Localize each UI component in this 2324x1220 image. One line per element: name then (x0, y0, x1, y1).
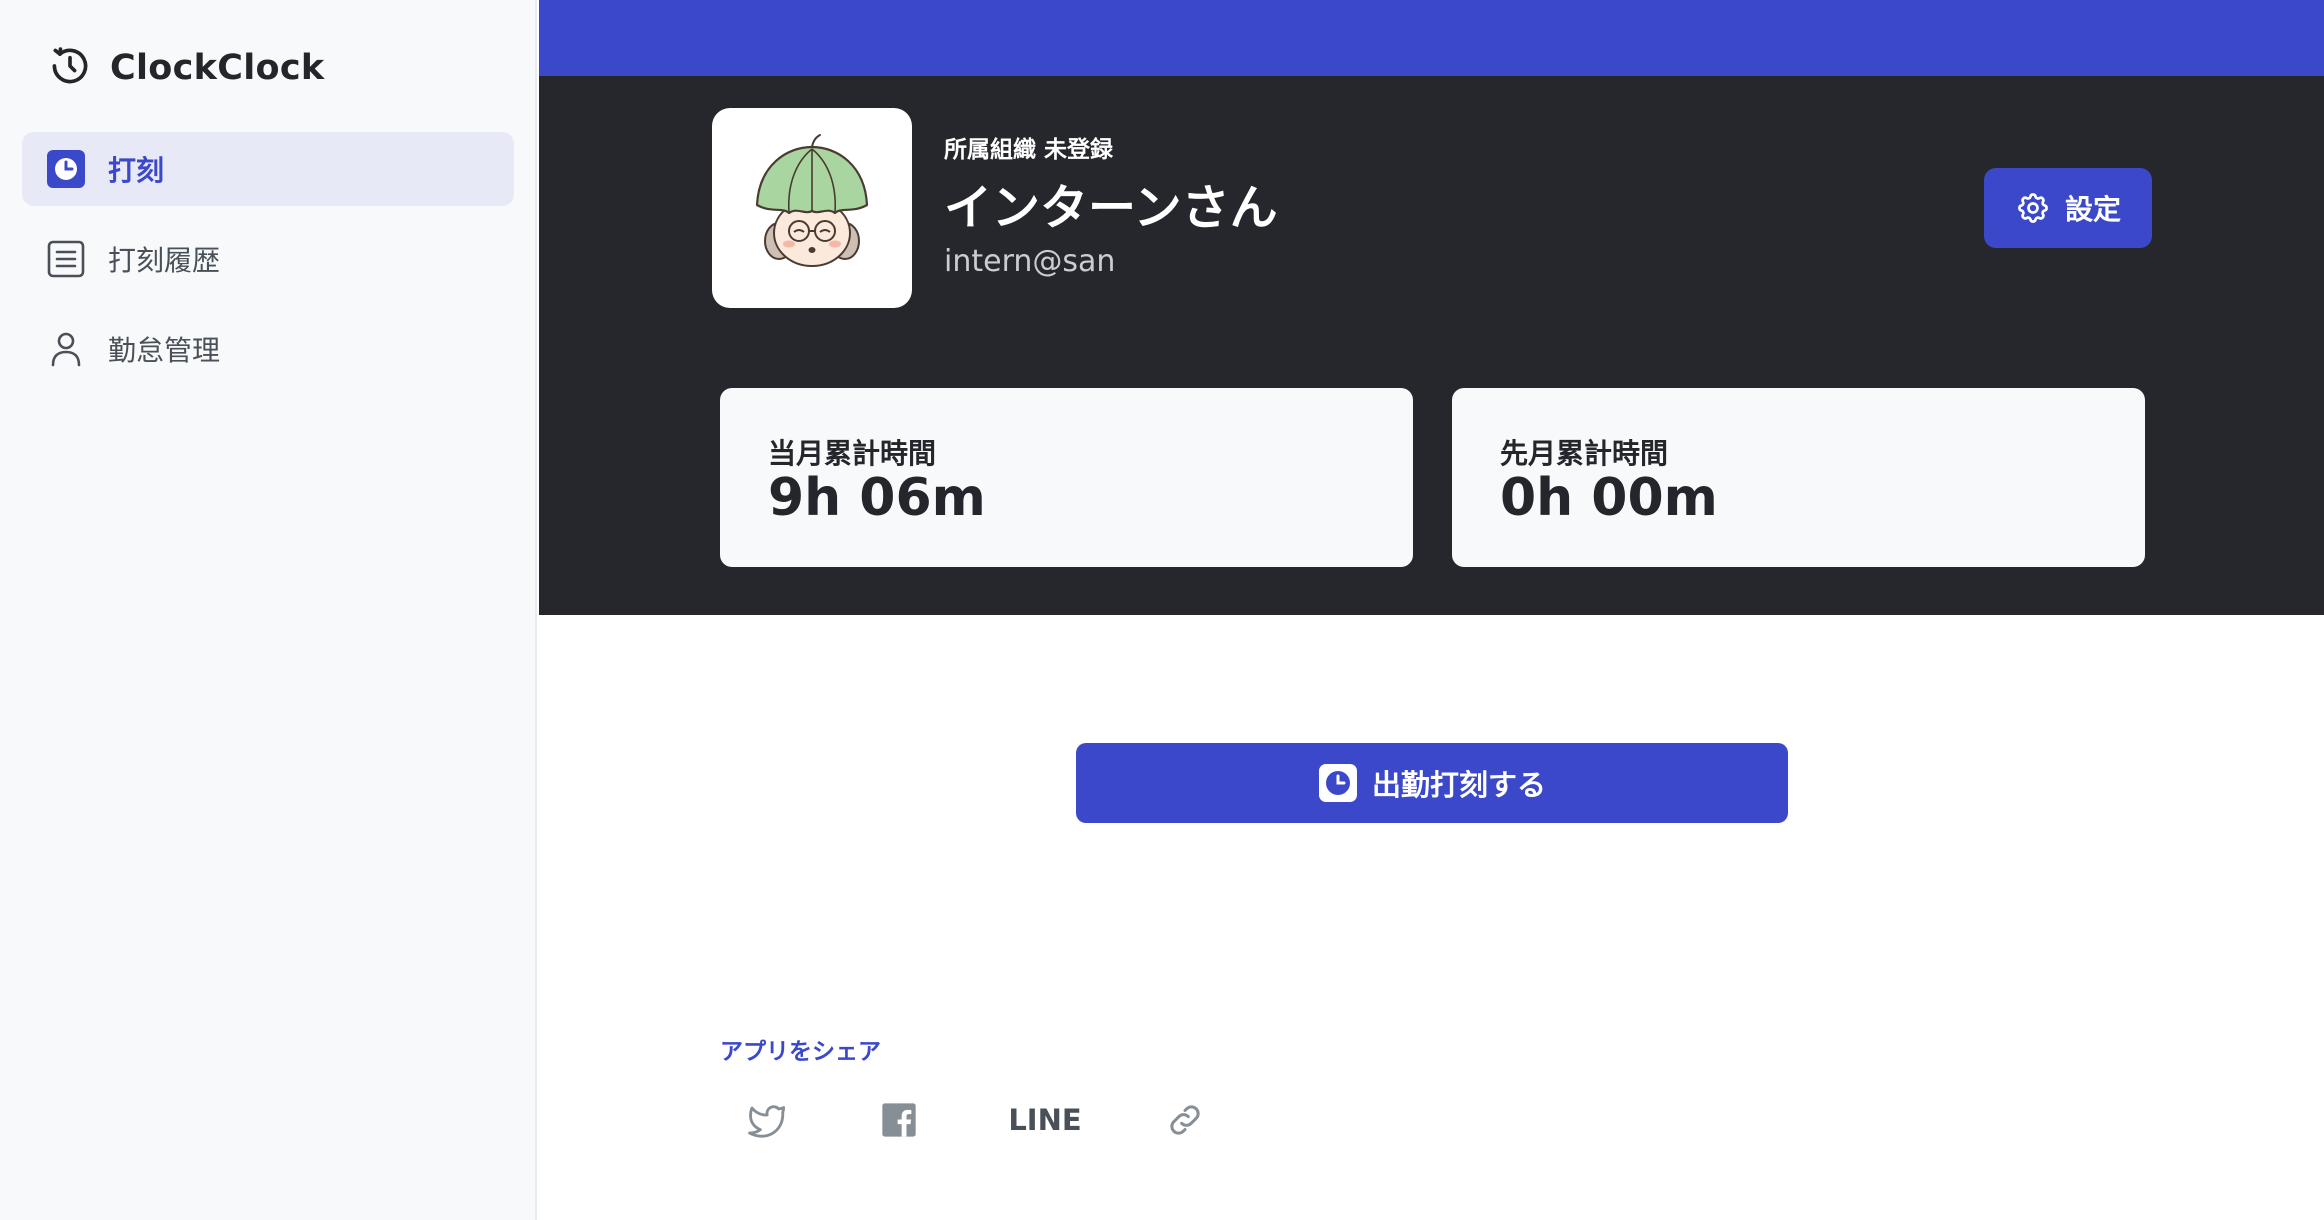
share-title: アプリをシェア (720, 1039, 881, 1065)
sidebar-item-punch[interactable]: 打刻 (22, 132, 514, 206)
stat-label: 当月累計時間 (768, 437, 937, 470)
settings-button[interactable]: 設定 (1984, 168, 2152, 248)
app-root: ClockClock 打刻 打刻履歴 勤怠管理 所属組織 未登録 インターンさん… (0, 0, 2324, 1220)
twitter-icon (748, 1105, 786, 1138)
org-label: 所属組織 未登録 (944, 137, 1114, 163)
share-line-button[interactable]: LINE (1000, 1092, 1090, 1148)
clock-square-icon (1318, 764, 1357, 802)
clock-in-button[interactable]: 出勤打刻する (1076, 743, 1788, 823)
app-name: ClockClock (110, 48, 325, 88)
user-icon (46, 329, 86, 369)
user-email: intern@san (944, 244, 1116, 279)
stat-card-current-month: 当月累計時間 9h 06m (720, 388, 1413, 567)
clock-in-label: 出勤打刻する (1371, 768, 1546, 802)
sidebar-nav: 打刻 打刻履歴 勤怠管理 (22, 132, 514, 402)
list-icon (46, 239, 86, 279)
sidebar-item-label: 勤怠管理 (108, 334, 221, 367)
sidebar-item-label: 打刻 (108, 154, 165, 187)
facebook-icon (882, 1103, 916, 1137)
stat-value: 9h 06m (768, 468, 986, 528)
profile-header: 所属組織 未登録 インターンさん intern@san 設定 当月累計時間 9h… (539, 76, 2324, 615)
share-twitter-button[interactable] (742, 1092, 792, 1148)
sidebar-item-attendance[interactable]: 勤怠管理 (22, 312, 514, 386)
link-icon (1170, 1105, 1200, 1135)
share-link-button[interactable] (1160, 1092, 1210, 1148)
stat-value: 0h 00m (1500, 468, 1718, 528)
sidebar-item-history[interactable]: 打刻履歴 (22, 222, 514, 296)
clock-square-icon (46, 149, 86, 189)
stat-card-previous-month: 先月累計時間 0h 00m (1452, 388, 2145, 567)
share-facebook-button[interactable] (874, 1092, 924, 1148)
gear-icon (2018, 193, 2048, 223)
top-bar (539, 0, 2324, 76)
avatar-illustration (755, 134, 869, 267)
stat-label: 先月累計時間 (1500, 437, 1669, 470)
sidebar-item-label: 打刻履歴 (108, 244, 221, 277)
brand[interactable]: ClockClock (48, 44, 325, 92)
avatar (712, 108, 912, 308)
clock-icon (48, 44, 92, 92)
user-name: インターンさん (944, 180, 1278, 236)
settings-label: 設定 (2064, 193, 2121, 226)
sidebar: ClockClock 打刻 打刻履歴 勤怠管理 (0, 0, 537, 1220)
